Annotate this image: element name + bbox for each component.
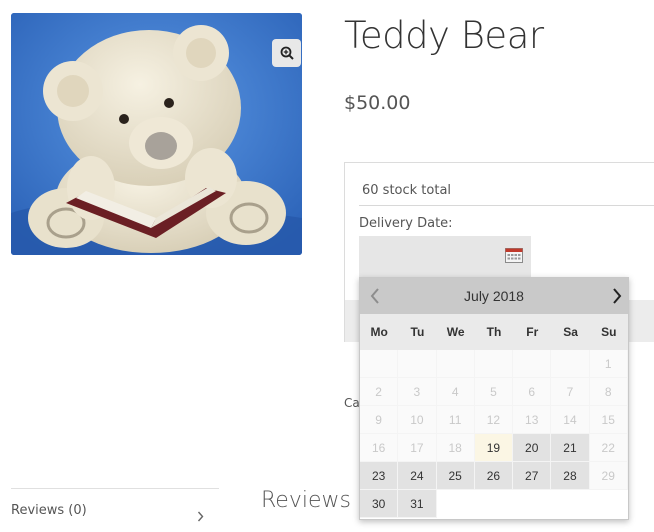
empty-day-cell (513, 350, 552, 378)
zoom-icon (280, 46, 294, 60)
day-cell[interactable]: 26 (474, 462, 514, 490)
day-cell[interactable]: 24 (398, 462, 437, 490)
day-cell: 17 (398, 434, 437, 462)
empty-day-cell (513, 490, 552, 518)
day-cell: 11 (436, 406, 475, 434)
empty-day-cell (436, 490, 475, 518)
empty-day-cell (474, 350, 514, 378)
chevron-right-icon (613, 288, 622, 304)
day-cell: 13 (513, 406, 552, 434)
zoom-button[interactable] (272, 39, 301, 67)
empty-day-cell (436, 350, 475, 378)
divider (359, 205, 654, 206)
day-cell: 16 (360, 434, 399, 462)
empty-day-cell (589, 490, 628, 518)
weekday-label: Fr (526, 325, 539, 339)
empty-day-cell (551, 350, 590, 378)
empty-day-cell (551, 490, 590, 518)
day-cell[interactable]: 21 (551, 434, 590, 462)
day-cell: 2 (360, 378, 399, 406)
day-cell[interactable]: 23 (360, 462, 399, 490)
day-cell[interactable]: 31 (398, 490, 437, 518)
day-cell: 10 (398, 406, 437, 434)
product-image[interactable] (11, 13, 302, 255)
divider (11, 488, 219, 489)
weekday-label: Sa (563, 325, 578, 339)
product-price: $50.00 (344, 92, 411, 114)
weekday-label: Tu (410, 325, 425, 339)
day-cell: 14 (551, 406, 590, 434)
stock-text: 60 stock total (362, 183, 452, 198)
datepicker-days-grid: 1 2 3 4 5 6 7 8 9 10 11 12 13 14 15 16 17 18 19 20 21 22 23 24 2… (360, 350, 628, 518)
day-cell: 8 (589, 378, 628, 406)
chevron-right-icon (197, 509, 204, 527)
chevron-left-icon (370, 288, 379, 304)
datepicker-popup: July 2018 Mo Tu We Th Fr Sa Su 1 2 3 4 5 6 7 8 9 10 11 12… (359, 277, 629, 520)
product-title: Teddy Bear (344, 14, 544, 57)
day-cell: 6 (513, 378, 552, 406)
datepicker-header: July 2018 (360, 278, 628, 314)
day-cell: 7 (551, 378, 590, 406)
day-cell: 4 (436, 378, 475, 406)
datepicker-month-label: July 2018 (464, 288, 524, 304)
day-cell[interactable]: 20 (513, 434, 552, 462)
empty-day-cell (398, 350, 437, 378)
weekday-label: Su (601, 325, 617, 339)
weekday-label: Th (486, 325, 502, 339)
day-cell[interactable]: 30 (360, 490, 399, 518)
empty-day-cell (360, 350, 399, 378)
day-cell: 5 (474, 378, 514, 406)
day-cell[interactable]: 19 (474, 434, 514, 462)
day-cell: 12 (474, 406, 514, 434)
tab-reviews[interactable]: Reviews (0) (11, 503, 219, 527)
weekday-label: Mo (370, 325, 388, 339)
day-cell[interactable]: 28 (551, 462, 590, 490)
next-month-button[interactable] (606, 284, 628, 308)
day-cell: 29 (589, 462, 628, 490)
reviews-heading: Reviews (261, 488, 351, 513)
day-cell[interactable]: 25 (436, 462, 475, 490)
teddy-bear-illustration (11, 13, 302, 255)
day-cell: 1 (589, 350, 628, 378)
weekday-label: We (446, 325, 465, 339)
prev-month-button[interactable] (364, 284, 386, 308)
datepicker-weekdays: Mo Tu We Th Fr Sa Su (360, 314, 628, 350)
empty-day-cell (474, 490, 514, 518)
day-cell: 9 (360, 406, 399, 434)
day-cell: 18 (436, 434, 475, 462)
delivery-date-label: Delivery Date: (359, 216, 453, 231)
calendar-icon[interactable] (505, 247, 523, 268)
day-cell[interactable]: 27 (513, 462, 552, 490)
day-cell: 22 (589, 434, 628, 462)
day-cell: 15 (589, 406, 628, 434)
day-cell: 3 (398, 378, 437, 406)
